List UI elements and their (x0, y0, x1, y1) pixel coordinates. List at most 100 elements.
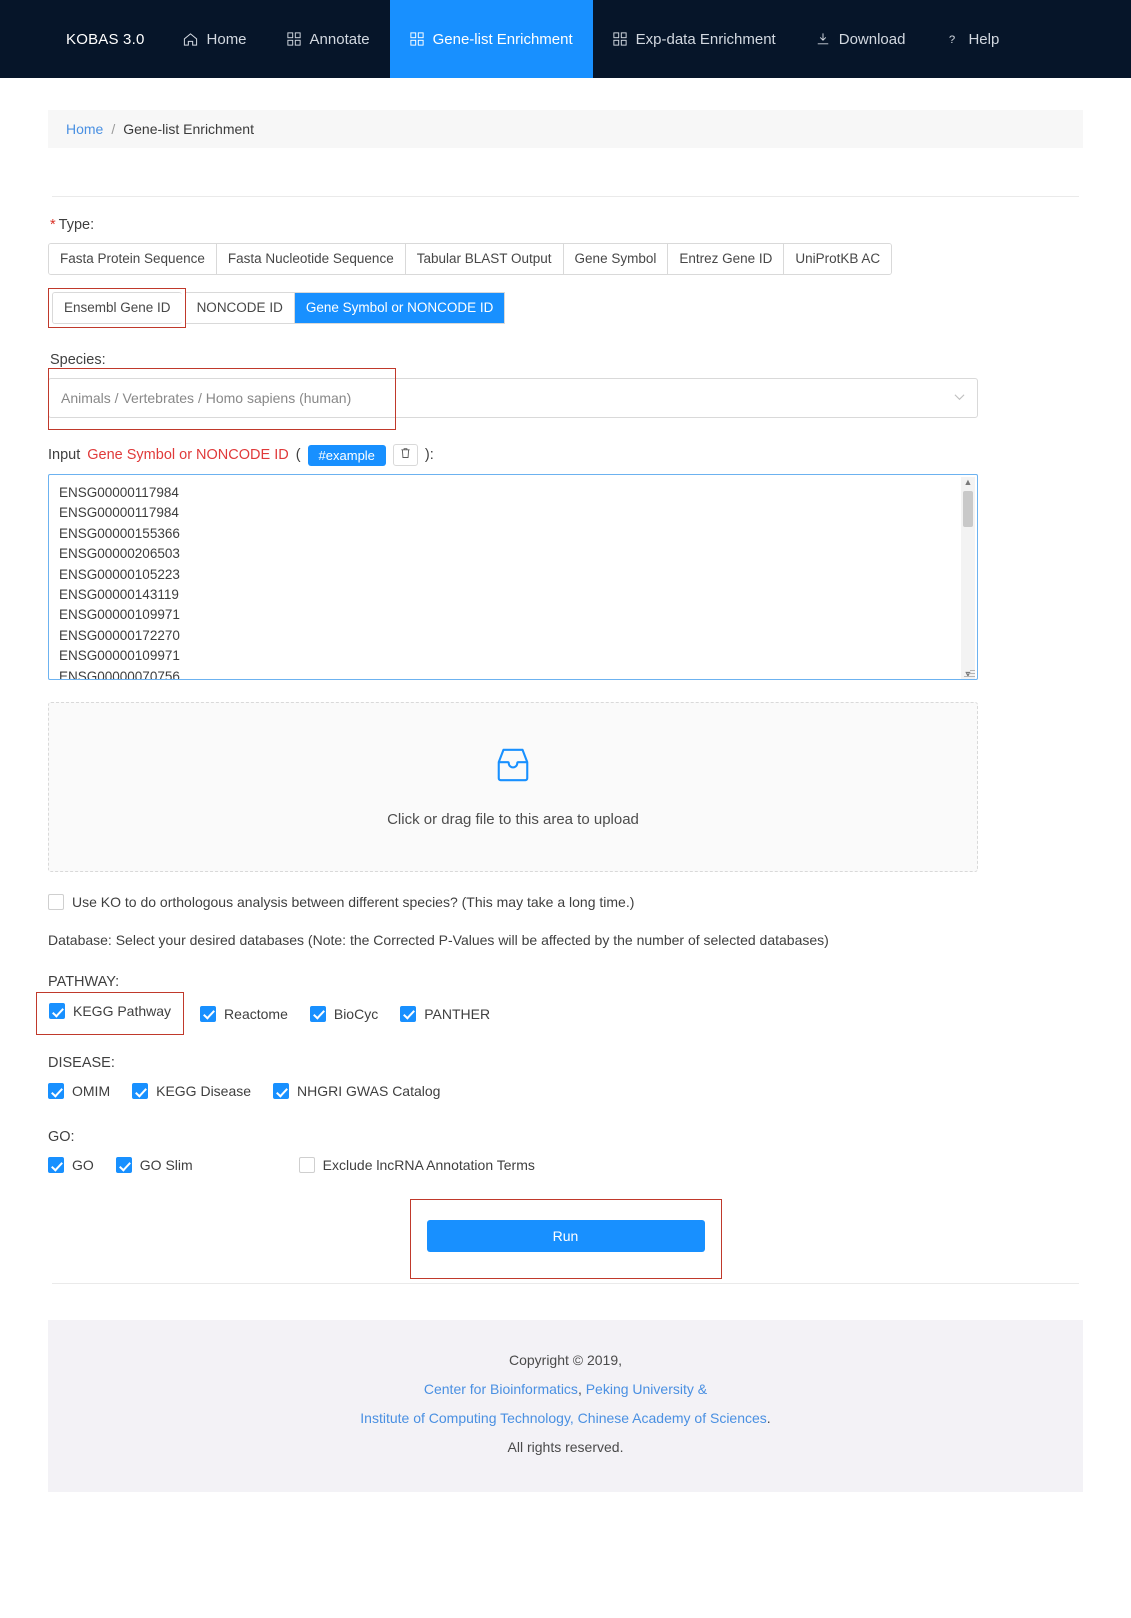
nav-item-help[interactable]: ? Help (925, 0, 1019, 78)
textarea-resize-handle[interactable] (964, 666, 976, 678)
grid-icon (613, 32, 627, 46)
gene-input-textarea[interactable]: ENSG00000117984 ENSG00000117984 ENSG0000… (48, 474, 978, 680)
footer-copyright: Copyright © 2019, (508, 1352, 623, 1368)
gene-id-line: ENSG00000143119 (59, 587, 179, 603)
nav-item-home-label: Home (206, 30, 247, 48)
checkbox-biocyc[interactable]: BioCyc (309, 1005, 378, 1022)
run-button-highlight: Run (409, 1199, 722, 1279)
input-close-paren: ): (424, 447, 434, 463)
species-section: Species: Animals / Vertebrates / Homo sa… (48, 352, 1083, 430)
footer-period: . (766, 1410, 771, 1426)
pathway-checkbox-row: KEGG Pathway Reactome BioCyc PANTHER (36, 992, 1083, 1035)
disease-group-title: DISEASE: (48, 1055, 115, 1071)
checkbox-box[interactable] (48, 1083, 64, 1099)
footer-link-institute[interactable]: Institute of Computing Technology, Chine… (360, 1410, 767, 1426)
file-upload-dropzone[interactable]: Click or drag file to this area to uploa… (48, 702, 978, 872)
gene-id-line: ENSG00000105223 (59, 566, 180, 582)
go-group: GO: GO GO Slim Exclude lncRNA Annotation… (48, 1129, 1083, 1173)
checkbox-panther-label: PANTHER (424, 1005, 491, 1022)
checkbox-kegg-disease[interactable]: KEGG Disease (132, 1083, 251, 1099)
grid-icon (409, 32, 424, 46)
checkbox-box[interactable] (115, 1157, 132, 1173)
gene-id-line: ENSG00000109971 (59, 607, 180, 623)
type-option-gene-symbol[interactable]: Gene Symbol (563, 244, 669, 274)
nav-item-annotate[interactable]: Annotate (267, 0, 390, 78)
scrollbar-thumb[interactable] (963, 491, 973, 527)
download-icon (816, 32, 830, 46)
checkbox-panther[interactable]: PANTHER (400, 1005, 491, 1022)
checkbox-box[interactable] (49, 1003, 65, 1019)
ko-orthologous-checkbox[interactable]: Use KO to do orthologous analysis betwee… (48, 894, 634, 910)
type-option-gene-symbol-or-noncode-id[interactable]: Gene Symbol or NONCODE ID (294, 293, 505, 323)
nav-item-gene-list-enrichment[interactable]: Gene-list Enrichment (389, 0, 593, 78)
checkbox-nhgri-gwas-catalog-label: NHGRI GWAS Catalog (297, 1083, 441, 1099)
ko-orthologous-label: Use KO to do orthologous analysis betwee… (72, 894, 635, 910)
type-option-entrez-gene-id[interactable]: Entrez Gene ID (668, 244, 785, 274)
checkbox-box[interactable] (132, 1083, 149, 1099)
checkbox-go[interactable]: GO (48, 1157, 94, 1173)
type-option-fasta-protein-sequence[interactable]: Fasta Protein Sequence (49, 244, 217, 274)
checkbox-go-slim-label: GO Slim (139, 1157, 193, 1173)
type-option-tabular-blast-output[interactable]: Tabular BLAST Output (405, 244, 564, 274)
type-options-row-1: Fasta Protein Sequence Fasta Nucleotide … (48, 243, 1083, 275)
gene-id-line: ENSG00000117984 (59, 505, 179, 521)
checkbox-box[interactable] (200, 1005, 217, 1022)
run-button[interactable]: Run (426, 1220, 705, 1252)
nav-item-download[interactable]: Download (796, 0, 926, 78)
scroll-up-arrow-icon[interactable]: ▲ (964, 477, 973, 487)
question-icon: ? (945, 32, 959, 46)
checkbox-kegg-disease-label: KEGG Disease (156, 1083, 252, 1099)
species-label: Species: (50, 352, 106, 368)
footer-affiliation-line: Center for Bioinformatics, Peking Univer… (48, 1375, 1083, 1404)
footer-sep: , (577, 1381, 586, 1397)
checkbox-go-slim[interactable]: GO Slim (115, 1157, 193, 1173)
checkbox-box[interactable] (48, 1157, 64, 1173)
nav-item-download-label: Download (838, 30, 906, 48)
disease-checkbox-row: OMIM KEGG Disease NHGRI GWAS Catalog (48, 1083, 1083, 1099)
required-asterisk: * (50, 217, 56, 233)
run-button-area: Run (48, 1199, 1083, 1279)
brand-logo[interactable]: KOBAS 3.0 (48, 0, 163, 78)
checkbox-box[interactable] (400, 1005, 417, 1022)
checkbox-box[interactable] (48, 894, 64, 910)
textarea-scrollbar[interactable]: ▲ ▼ (961, 477, 975, 679)
grid-icon (286, 32, 301, 46)
checkbox-omim-label: OMIM (72, 1083, 111, 1099)
species-select[interactable]: Animals / Vertebrates / Homo sapiens (hu… (48, 378, 978, 418)
bottom-spacer (0, 1492, 1131, 1532)
gene-id-line: ENSG00000070756 (59, 668, 180, 680)
checkbox-kegg-pathway[interactable]: KEGG Pathway (49, 1003, 171, 1019)
pathway-group-title: PATHWAY: (48, 974, 120, 990)
type-option-fasta-nucleotide-sequence[interactable]: Fasta Nucleotide Sequence (216, 244, 406, 274)
type-option-ensembl-gene-id[interactable]: Ensembl Gene ID (53, 293, 182, 323)
footer-link-peking-university[interactable]: Peking University & (586, 1381, 707, 1397)
breadcrumb-home-link[interactable]: Home (66, 121, 103, 137)
type-label: * Type: (50, 217, 1083, 233)
checkbox-box[interactable] (309, 1005, 326, 1022)
footer-link-center-bioinformatics[interactable]: Center for Bioinformatics (424, 1381, 578, 1397)
gene-id-line: ENSG00000155366 (59, 525, 180, 541)
example-button[interactable]: #example (307, 444, 386, 466)
kegg-pathway-highlight: KEGG Pathway (36, 992, 185, 1035)
database-note: Database: Select your desired databases … (48, 932, 829, 948)
page-footer: Copyright © 2019, Center for Bioinformat… (48, 1320, 1083, 1492)
checkbox-box[interactable] (298, 1157, 315, 1173)
type-options-row-2: Ensembl Gene ID NONCODE ID Gene Symbol o… (48, 288, 1083, 328)
nav-item-gene-list-enrichment-label: Gene-list Enrichment (432, 30, 573, 48)
go-checkbox-row: GO GO Slim Exclude lncRNA Annotation Ter… (48, 1157, 1083, 1173)
input-section: Input Gene Symbol or NONCODE ID ( #examp… (48, 444, 1083, 680)
type-option-noncode-id[interactable]: NONCODE ID (185, 293, 295, 323)
trash-icon[interactable] (392, 444, 418, 466)
upload-instruction-text: Click or drag file to this area to uploa… (387, 811, 639, 828)
nav-item-home[interactable]: Home (163, 0, 267, 78)
checkbox-reactome[interactable]: Reactome (200, 1005, 288, 1022)
checkbox-omim[interactable]: OMIM (48, 1083, 110, 1099)
checkbox-box[interactable] (273, 1083, 290, 1099)
type-option-uniprotkb-ac[interactable]: UniProtKB AC (784, 244, 892, 274)
checkbox-nhgri-gwas-catalog[interactable]: NHGRI GWAS Catalog (273, 1083, 440, 1099)
pathway-group: PATHWAY: KEGG Pathway Reactome BioCyc PA… (36, 974, 1083, 1035)
disease-group: DISEASE: OMIM KEGG Disease NHGRI GWAS Ca… (48, 1055, 1083, 1099)
nav-item-annotate-label: Annotate (309, 30, 370, 48)
checkbox-exclude-lncrna[interactable]: Exclude lncRNA Annotation Terms (298, 1157, 535, 1173)
nav-item-exp-data-enrichment[interactable]: Exp-data Enrichment (593, 0, 796, 78)
